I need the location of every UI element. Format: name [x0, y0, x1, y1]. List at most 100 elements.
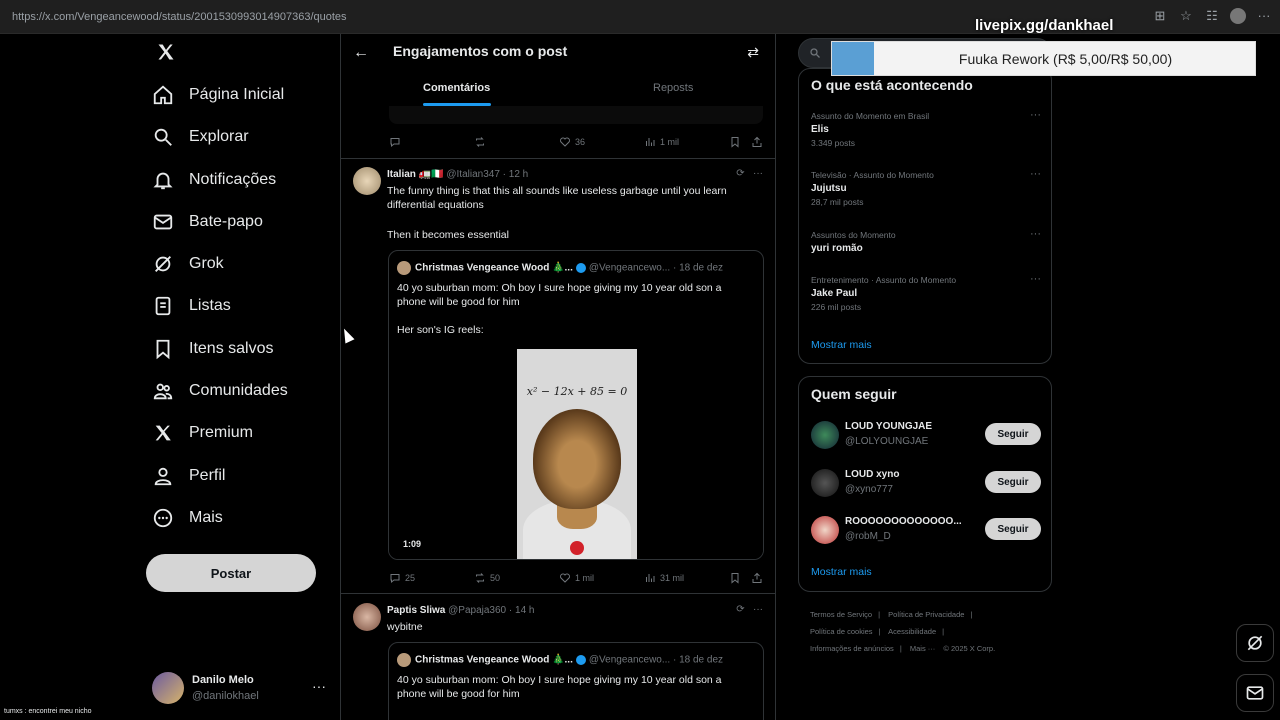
grok-floating-button[interactable]: [1236, 624, 1274, 662]
reply-count: 25: [405, 573, 416, 583]
trend-item[interactable]: Assuntos do Momento yuri romão ···: [811, 228, 1041, 254]
main-column: 36 1 mil Italian 🚛🇮🇹 @Italian347 · 12 h …: [340, 34, 776, 720]
footer-separator: |: [970, 610, 973, 619]
nav-communities[interactable]: Comunidades: [152, 371, 288, 411]
bookmark-button[interactable]: [729, 570, 751, 586]
more-icon[interactable]: ···: [1030, 109, 1041, 121]
nav-notifications[interactable]: Notificações: [152, 160, 276, 200]
bookmark-icon: [156, 339, 170, 360]
nav-label: Itens salvos: [189, 340, 274, 357]
author-name: Paptis Sliwa: [387, 605, 446, 616]
avatar: [397, 653, 411, 667]
footer-link[interactable]: Acessibilidade: [888, 627, 936, 636]
bookmark-button[interactable]: [729, 134, 751, 150]
avatar[interactable]: [353, 167, 381, 195]
post-button[interactable]: Postar: [146, 554, 316, 592]
tweet-more-icon[interactable]: ⟳ ···: [736, 168, 763, 179]
pendant: [570, 541, 584, 555]
reply-icon: [390, 574, 400, 584]
back-arrow-icon[interactable]: ←: [353, 44, 369, 62]
tweet-author[interactable]: Italian 🚛🇮🇹 @Italian347 · 12 h: [387, 169, 528, 180]
figure-face: [533, 409, 621, 509]
quote-header: Christmas Vengeance Wood 🎄... @Vengeancew…: [397, 261, 723, 275]
views-button[interactable]: 1 mil: [644, 134, 729, 150]
reply-icon: [390, 138, 400, 148]
account-switcher[interactable]: Danilo Melo @danilokhael ···: [152, 670, 332, 706]
tab-reposts[interactable]: Reposts: [653, 82, 693, 94]
video-player[interactable]: x² − 12x + 85 = 0 1:09: [389, 349, 763, 559]
trend-count: 226 mil posts: [811, 302, 862, 312]
footer-link[interactable]: Informações de anúncios: [810, 644, 894, 653]
repost-button[interactable]: [474, 134, 559, 150]
follow-suggestion[interactable]: LOUD xyno @xyno777 Seguir: [811, 467, 1041, 503]
divider: [341, 158, 775, 159]
active-tab-indicator: [423, 103, 491, 106]
avatar: [397, 261, 411, 275]
quoted-tweet[interactable]: Christmas Vengeance Wood 🎄... @Vengeancew…: [388, 250, 764, 560]
avatar[interactable]: [353, 603, 381, 631]
address-bar[interactable]: https://x.com/Vengeancewood/status/20015…: [12, 11, 347, 23]
user-name: Danilo Melo: [192, 674, 254, 686]
like-button[interactable]: 1 mil: [559, 570, 644, 586]
favorite-star-icon[interactable]: ☆: [1178, 8, 1194, 24]
repost-count: 50: [490, 573, 501, 583]
nav-profile[interactable]: Perfil: [152, 456, 225, 496]
author-handle: @Italian347 · 12 h: [446, 169, 529, 180]
more-icon[interactable]: ···: [1030, 273, 1041, 285]
donation-goal-bar: Fuuka Rework (R$ 5,00/R$ 50,00): [831, 41, 1256, 76]
footer-link[interactable]: Política de Privacidade: [888, 610, 964, 619]
nav-bookmarks[interactable]: Itens salvos: [152, 329, 273, 369]
reply-button[interactable]: [389, 134, 474, 150]
nav-explore[interactable]: Explorar: [152, 117, 249, 157]
show-more-link[interactable]: Mostrar mais: [811, 566, 872, 578]
nav-more[interactable]: Mais: [152, 498, 223, 538]
tweet-author[interactable]: Paptis Sliwa @Papaja360 · 14 h: [387, 605, 534, 616]
trend-item[interactable]: Entretenimento · Assunto do Momento Jake…: [811, 273, 1041, 312]
like-button[interactable]: 36: [559, 134, 644, 150]
more-icon[interactable]: ···: [1030, 228, 1041, 240]
verified-icon: [575, 263, 586, 273]
show-more-link[interactable]: Mostrar mais: [811, 339, 872, 351]
trends-title: O que está acontecendo: [811, 77, 973, 93]
nav-premium[interactable]: Premium: [152, 413, 253, 453]
follow-button[interactable]: Seguir: [985, 471, 1041, 493]
footer-link[interactable]: Termos de Serviço: [810, 610, 872, 619]
trend-item[interactable]: Televisão · Assunto do Momento Jujutsu 2…: [811, 168, 1041, 207]
profile-avatar[interactable]: [1230, 8, 1246, 24]
user-handle: @danilokhael: [192, 690, 259, 702]
trend-item[interactable]: Assunto do Momento em Brasil Elis 3.349 …: [811, 109, 1041, 148]
quoted-tweet[interactable]: Christmas Vengeance Wood 🎄... @Vengeancew…: [388, 642, 764, 720]
views-button[interactable]: 31 mil: [644, 570, 729, 586]
follow-suggestion[interactable]: LOUD YOUNGJAE @LOLYOUNGJAE Seguir: [811, 419, 1041, 455]
menu-icon[interactable]: ···: [1256, 8, 1272, 24]
x-logo-icon[interactable]: [156, 42, 176, 62]
follow-button[interactable]: Seguir: [985, 518, 1041, 540]
account-more-icon[interactable]: ···: [312, 678, 326, 694]
nav-lists[interactable]: Listas: [152, 286, 231, 326]
nav-chat[interactable]: Bate-papo: [152, 202, 263, 242]
reply-button[interactable]: 25: [389, 570, 474, 586]
person-icon: [154, 467, 172, 486]
share-button[interactable]: [751, 570, 763, 586]
more-icon[interactable]: ···: [1030, 168, 1041, 180]
follow-suggestion[interactable]: ROOOOOOOOOOOOO... @robM_D Seguir: [811, 514, 1041, 550]
messages-floating-button[interactable]: [1236, 674, 1274, 712]
extensions-icon[interactable]: ⊞: [1152, 8, 1168, 24]
tweet-more-icon[interactable]: ⟳ ···: [736, 604, 763, 615]
footer-link[interactable]: Mais ···: [910, 644, 935, 653]
nav-label: Notificações: [189, 171, 277, 188]
trend-count: 28,7 mil posts: [811, 197, 864, 207]
repost-button[interactable]: 50: [474, 570, 559, 586]
quote-header: Christmas Vengeance Wood 🎄... @Vengeancew…: [397, 653, 723, 667]
video-player-bottom[interactable]: [389, 106, 763, 124]
filter-icon[interactable]: ⇄: [747, 44, 759, 61]
follow-button[interactable]: Seguir: [985, 423, 1041, 445]
footer-link[interactable]: Política de cookies: [810, 627, 873, 636]
nav-home[interactable]: Página Inicial: [152, 75, 284, 115]
collections-icon[interactable]: ☷: [1204, 8, 1220, 24]
donation-goal-text: Fuuka Rework (R$ 5,00/R$ 50,00): [958, 51, 1173, 67]
nav-grok[interactable]: Grok: [152, 244, 224, 284]
tab-comments[interactable]: Comentários: [423, 82, 490, 94]
trend-topic: yuri romão: [811, 243, 863, 254]
share-button[interactable]: [751, 134, 763, 150]
